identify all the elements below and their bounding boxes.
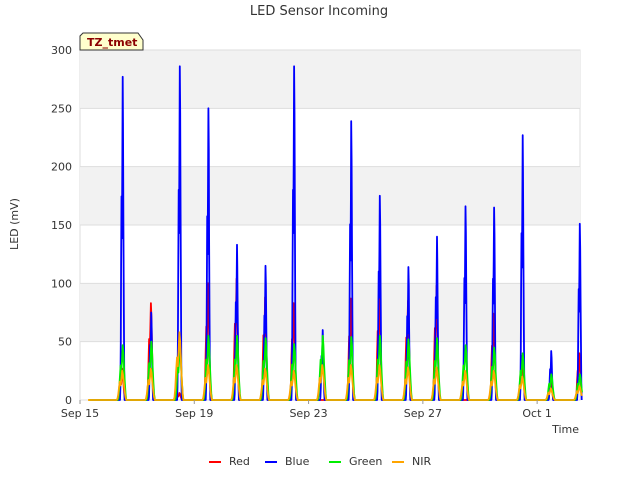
legend-label: Red xyxy=(229,455,250,468)
y-axis-ticks: 0 50 100 150 200 250 300 xyxy=(51,44,72,407)
legend: Red Blue Green NIR xyxy=(209,455,431,468)
x-tick-label: Sep 15 xyxy=(61,407,99,420)
legend-item-red: Red xyxy=(209,455,250,468)
legend-label: NIR xyxy=(412,455,431,468)
y-tick-label: 0 xyxy=(65,394,72,407)
x-axis-ticks: Sep 15 Sep 19 Sep 23 Sep 27 Oct 1 xyxy=(61,400,552,420)
legend-label: Green xyxy=(349,455,382,468)
x-tick-label: Sep 19 xyxy=(175,407,213,420)
x-axis-label: Time xyxy=(551,423,579,436)
grid-band xyxy=(80,50,580,109)
y-axis-label: LED (mV) xyxy=(8,198,21,250)
y-tick-label: 150 xyxy=(51,219,72,232)
x-tick-label: Sep 27 xyxy=(404,407,442,420)
x-tick-label: Oct 1 xyxy=(522,407,552,420)
legend-item-blue: Blue xyxy=(265,455,310,468)
chart-title: LED Sensor Incoming xyxy=(250,4,388,19)
tz-tag: TZ_tmet xyxy=(79,32,144,51)
x-tick-label: Sep 23 xyxy=(289,407,327,420)
grid-band xyxy=(80,166,580,225)
legend-item-green: Green xyxy=(329,455,382,468)
legend-item-nir: NIR xyxy=(392,455,431,468)
y-tick-label: 100 xyxy=(51,277,72,290)
y-tick-label: 200 xyxy=(51,161,72,174)
legend-label: Blue xyxy=(285,455,310,468)
tz-tag-label: TZ_tmet xyxy=(87,36,137,49)
led-sensor-chart: LED Sensor Incoming 0 50 100 150 200 250 300 S… xyxy=(8,4,583,468)
y-tick-label: 300 xyxy=(51,44,72,57)
y-tick-label: 50 xyxy=(58,336,72,349)
y-tick-label: 250 xyxy=(51,102,72,115)
grid-band xyxy=(80,283,580,342)
